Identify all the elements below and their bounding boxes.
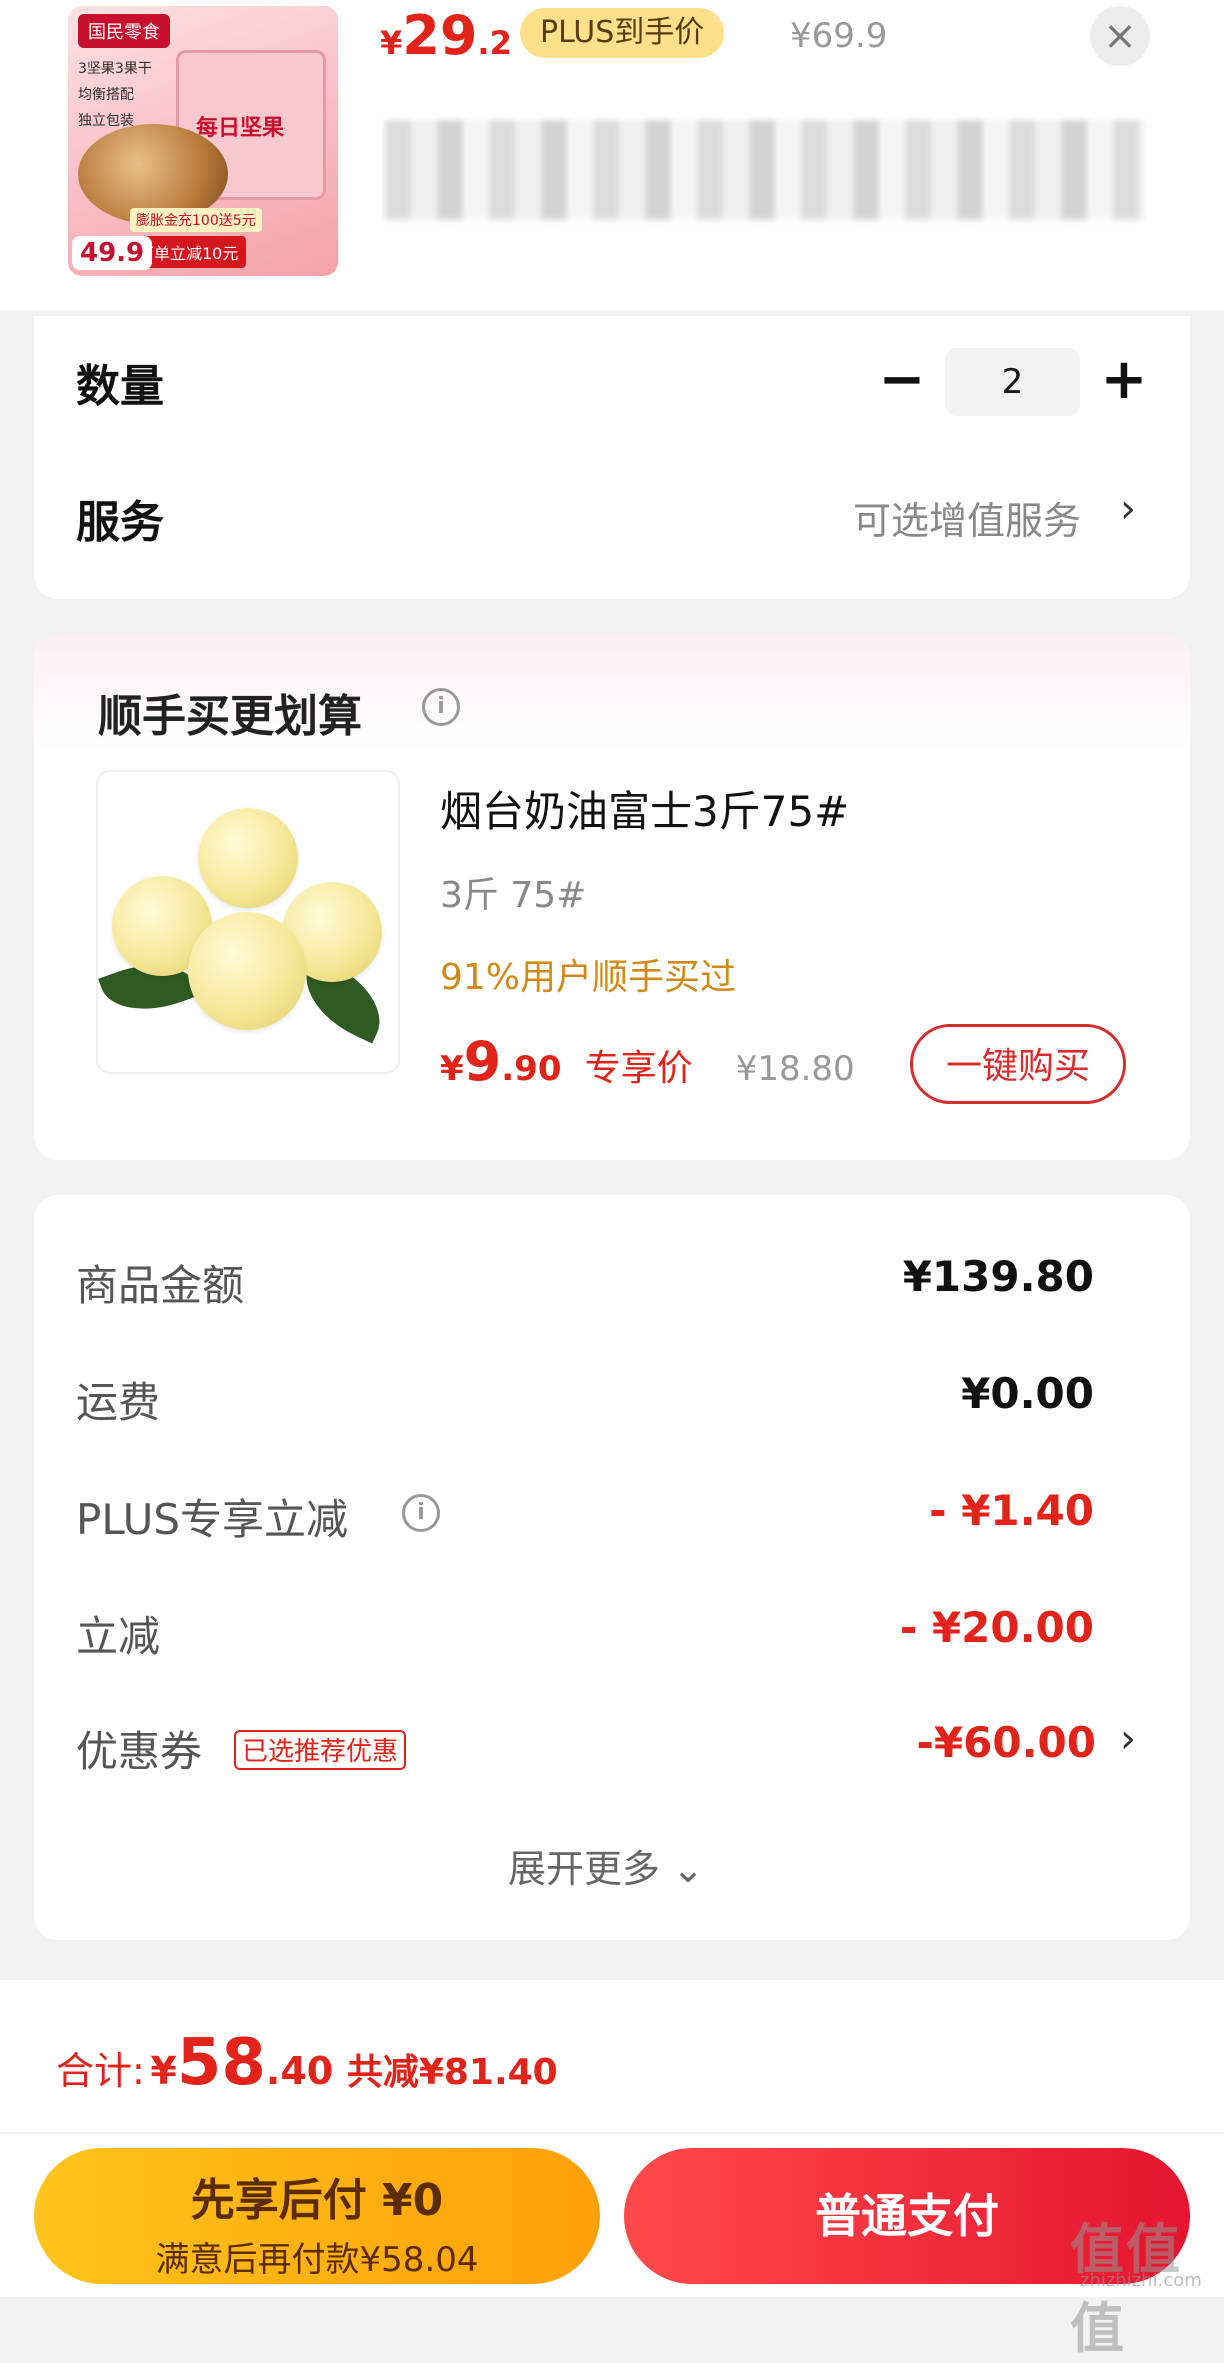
summary-value-goods: ¥139.80 [902,1252,1094,1301]
service-chevron-icon[interactable]: › [1120,486,1136,532]
upsell-price-tag: 专享价 [584,1048,693,1089]
pay-later-button[interactable]: 先享后付 ¥0 满意后再付款¥58.04 [34,2148,600,2284]
brand-tag: 国民零食 [78,14,170,48]
total-amount: 合计: ¥58.40 共减¥81.40 [56,2026,558,2100]
plus-discount-info-icon[interactable]: i [402,1494,440,1532]
apple-top [198,808,298,908]
service-hint[interactable]: 可选增值服务 [853,490,1081,545]
upsell-price-int: 9 [463,1030,502,1093]
price-int: 29 [402,4,478,67]
summary-label-plus-discount: PLUS专享立减 [76,1495,349,1544]
quantity-plus-button[interactable]: + [1094,350,1154,410]
upsell-product-spec: 3斤 75# [440,875,587,916]
upsell-price-dec: .90 [501,1049,562,1089]
box-title: 每日坚果 [196,116,285,141]
upsell-old-price: ¥18.80 [735,1049,855,1089]
thumb-price-badge: 49.9 [72,236,153,270]
blurred-title [385,120,1145,220]
summary-label-instant-discount: 立减 [76,1612,161,1661]
price-symbol: ¥ [380,24,403,62]
expand-more-button[interactable]: 展开更多 ⌄ [508,1838,704,1893]
total-symbol: ¥ [150,2049,177,2093]
total-int: 58 [176,2026,266,2100]
upsell-title: 顺手买更划算 [98,691,362,742]
quantity-minus-button[interactable]: − [872,350,932,410]
feature-1: 3坚果3果干 [78,61,152,77]
info-icon[interactable]: i [422,688,460,726]
service-label: 服务 [76,497,164,548]
original-price: ¥69.9 [790,16,888,56]
upsell-product-name[interactable]: 烟台奶油富士3斤75# [440,778,849,839]
product-header: 国民零食 3坚果3果干 均衡搭配 独立包装 每日坚果 膨胀金充100送5元 下单… [0,0,1224,310]
summary-label-coupon[interactable]: 优惠券 [76,1718,202,1779]
one-click-buy-button[interactable]: 一键购买 [910,1024,1126,1104]
summary-value-shipping: ¥0.00 [961,1369,1094,1418]
summary-label-shipping: 运费 [76,1378,161,1427]
coupon-recommended-tag: 已选推荐优惠 [234,1730,407,1770]
upsell-price-symbol: ¥ [440,1049,464,1089]
upsell-price: ¥9.90 专享价 ¥18.80 [440,1030,855,1093]
bottom-divider [0,2132,1224,2134]
total-dec: .40 [265,2049,334,2093]
total-label: 合计: [56,2049,145,2093]
watermark-url: zhizhizhi.com [1080,2270,1202,2291]
quantity-label: 数量 [76,361,164,412]
summary-label-goods: 商品金额 [76,1261,245,1310]
product-thumbnail[interactable]: 国民零食 3坚果3果干 均衡搭配 独立包装 每日坚果 膨胀金充100送5元 下单… [68,6,338,276]
price-dec: .2 [477,24,512,62]
apple-product-image[interactable] [96,770,400,1074]
coupon-chevron-icon[interactable]: › [1120,1716,1136,1762]
plus-badge: PLUS到手价 [520,8,725,58]
summary-value-instant-discount: - ¥20.00 [899,1603,1094,1652]
bought-rate: 91%用户顺手买过 [440,957,737,998]
feature-2: 均衡搭配 [78,87,134,103]
summary-value-plus-discount: - ¥1.40 [929,1486,1094,1535]
close-icon[interactable]: × [1090,6,1150,66]
pay-later-title: 先享后付 ¥0 [190,2175,444,2226]
pay-later-subtitle: 满意后再付款¥58.04 [155,2240,479,2280]
quantity-input[interactable]: 2 [945,348,1080,416]
summary-value-coupon[interactable]: -¥60.00 [800,1718,1096,1767]
plus-price: ¥29.2 [380,4,512,67]
total-saved: 共减¥81.40 [346,2052,558,2093]
promo-small: 膨胀金充100送5元 [130,208,262,232]
apple-front [188,912,306,1030]
